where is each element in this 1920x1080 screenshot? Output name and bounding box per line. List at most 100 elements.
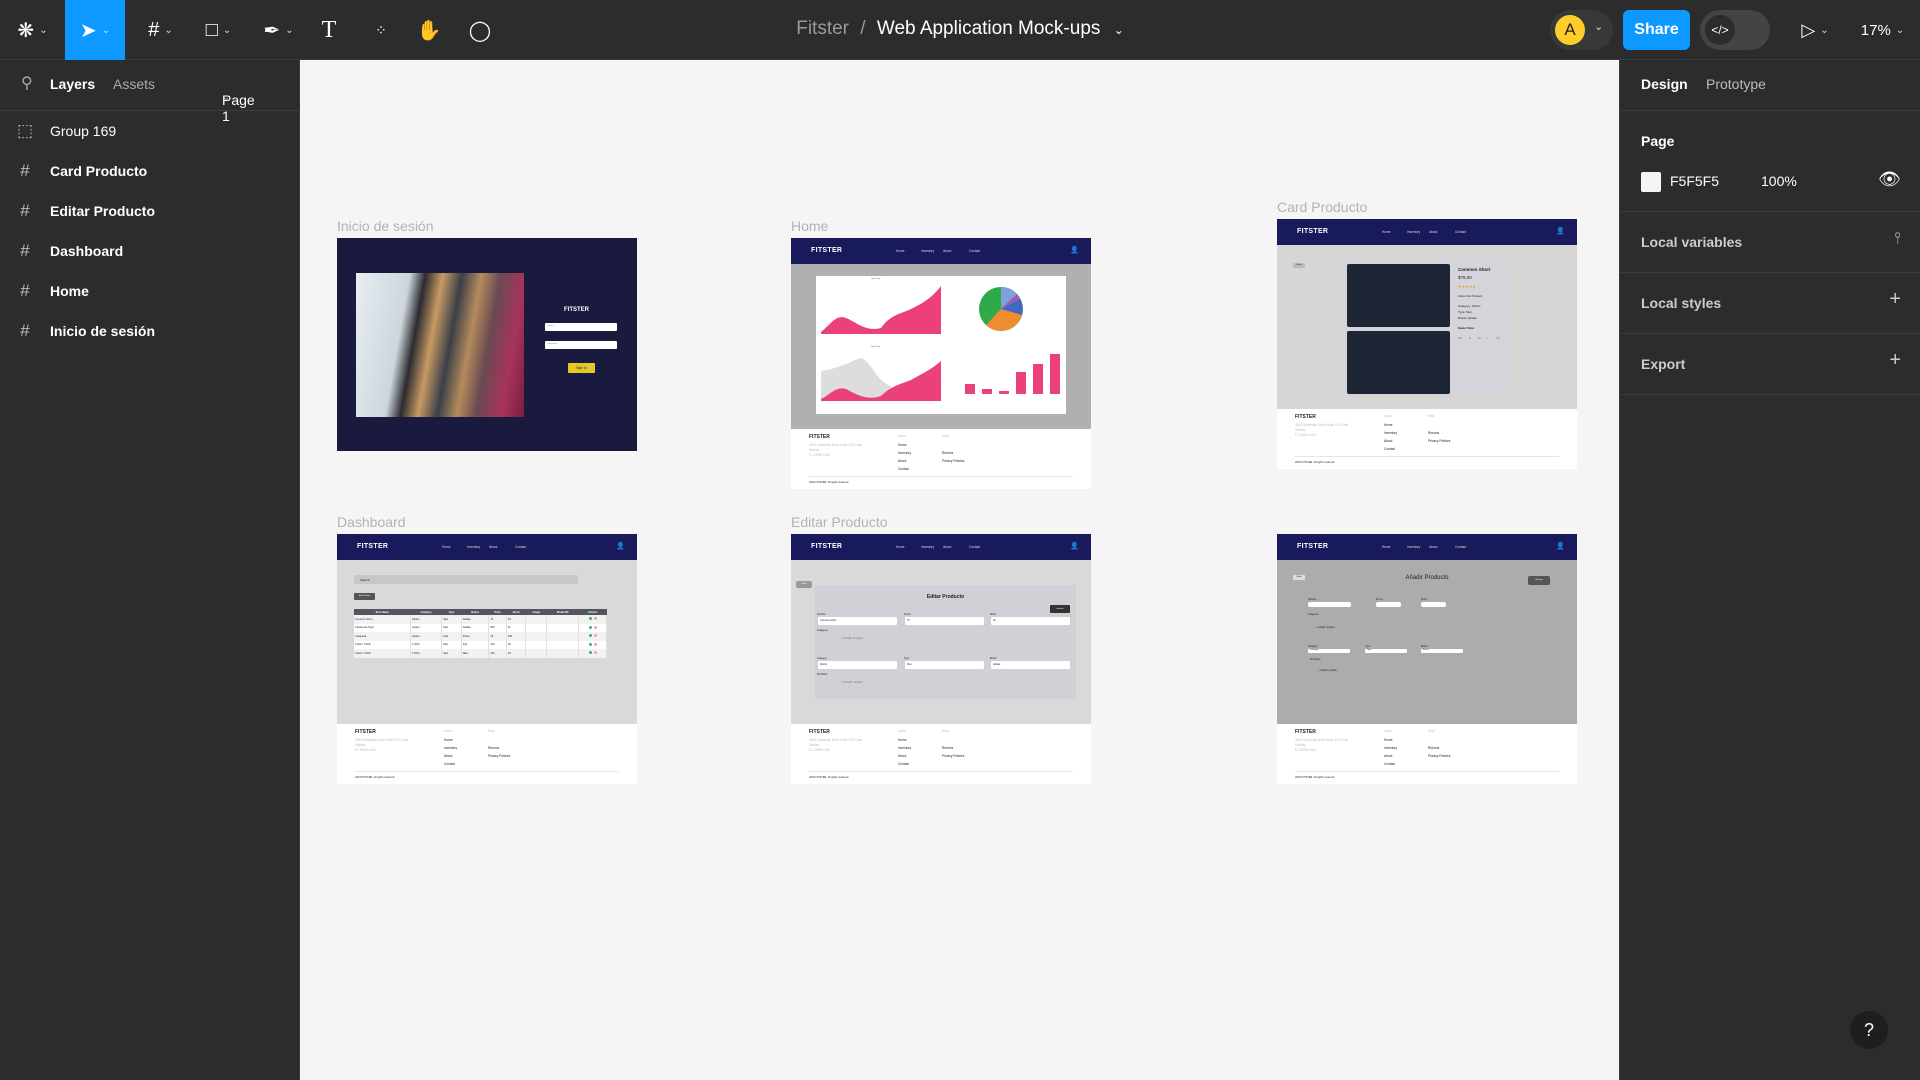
add-model-button[interactable]: + Añadir modelo xyxy=(1318,669,1337,672)
name-input[interactable]: Common Short xyxy=(818,617,897,625)
size-option[interactable]: M xyxy=(1478,336,1481,340)
delete-icon[interactable] xyxy=(594,634,598,638)
search-input[interactable]: Search xyxy=(354,575,578,584)
sign-in-button[interactable]: Sign in xyxy=(568,363,595,373)
nav-link[interactable]: Inventory xyxy=(1407,230,1420,234)
help-button[interactable]: ? xyxy=(1850,1011,1888,1049)
nav-link[interactable]: Contact xyxy=(969,249,980,253)
nav-link[interactable]: Inventory xyxy=(921,545,934,549)
frame-login[interactable]: FITSTER Usuario Contraseña Sign in xyxy=(337,238,637,451)
user-icon[interactable]: 👤 xyxy=(616,542,625,550)
footer-link[interactable]: Privacy Policies xyxy=(1428,754,1450,758)
add-model-button[interactable]: + Añadir modelo xyxy=(841,680,863,684)
add-image-button[interactable]: + Añadir imagen xyxy=(841,636,863,640)
edit-icon[interactable] xyxy=(589,617,593,621)
size-option[interactable]: XS xyxy=(1458,336,1462,340)
eye-icon[interactable]: 👁 xyxy=(1878,169,1901,190)
nav-link[interactable]: About xyxy=(943,545,951,549)
price-input[interactable] xyxy=(1376,602,1401,607)
nav-link[interactable]: About xyxy=(1429,545,1437,549)
nav-link[interactable]: Contact xyxy=(1455,230,1466,234)
delete-icon[interactable] xyxy=(594,617,598,621)
stock-input[interactable] xyxy=(1421,602,1446,607)
nav-link[interactable]: About xyxy=(489,545,497,549)
delete-icon[interactable] xyxy=(594,642,598,646)
stock-input[interactable]: 20 xyxy=(991,617,1070,625)
footer-link[interactable]: About xyxy=(444,754,452,758)
category-select[interactable]: Category xyxy=(1308,649,1350,653)
user-icon[interactable]: 👤 xyxy=(1556,542,1565,550)
frame-label-login[interactable]: Inicio de sesión xyxy=(337,218,434,234)
add-product-button[interactable]: Add Product xyxy=(354,593,375,600)
save-button[interactable]: Guardar xyxy=(1528,576,1550,585)
delete-icon[interactable] xyxy=(594,625,598,629)
back-button[interactable]: Volver xyxy=(796,581,812,588)
nav-link[interactable]: About xyxy=(943,249,951,253)
footer-link[interactable]: Home xyxy=(898,443,907,447)
save-button[interactable]: Guardar xyxy=(1050,605,1070,613)
tab-design[interactable]: Design xyxy=(1641,76,1688,92)
user-icon[interactable]: 👤 xyxy=(1556,227,1565,235)
project-name[interactable]: Fitster xyxy=(796,18,849,39)
footer-link[interactable]: About xyxy=(898,459,906,463)
nav-link[interactable]: Home xyxy=(896,249,905,253)
edit-icon[interactable] xyxy=(589,651,593,655)
tab-layers[interactable]: Layers xyxy=(50,76,95,92)
file-name[interactable]: Web Application Mock-ups xyxy=(877,18,1101,39)
nav-link[interactable]: About xyxy=(1429,230,1437,234)
frame-home[interactable]: FITSTER Home Inventory About Contact 👤 Line C… xyxy=(791,238,1091,489)
layer-item[interactable]: ⬚ Group 169 xyxy=(0,111,300,151)
nav-link[interactable]: Inventory xyxy=(1407,545,1420,549)
layer-item[interactable]: # Card Producto xyxy=(0,151,300,191)
footer-link[interactable]: Contact xyxy=(1384,447,1395,451)
layer-item[interactable]: # Home xyxy=(0,271,300,311)
frame-label-dashboard[interactable]: Dashboard xyxy=(337,514,406,530)
price-input[interactable]: 75 xyxy=(905,617,984,625)
size-option[interactable]: XL xyxy=(1496,336,1500,340)
footer-link[interactable]: Inventory xyxy=(898,451,911,455)
edit-icon[interactable] xyxy=(589,642,593,646)
footer-link[interactable]: Privacy Policies xyxy=(942,459,964,463)
share-button[interactable]: Share xyxy=(1623,10,1690,50)
tab-prototype[interactable]: Prototype xyxy=(1706,76,1766,92)
footer-link[interactable]: Contact xyxy=(898,467,909,471)
footer-link[interactable]: Home xyxy=(1384,423,1393,427)
footer-link[interactable]: Inventory xyxy=(1384,431,1397,435)
page-opacity-value[interactable]: 100% xyxy=(1761,173,1797,189)
layer-item[interactable]: # Dashboard xyxy=(0,231,300,271)
nav-link[interactable]: Contact xyxy=(969,545,980,549)
footer-link[interactable]: Inventory xyxy=(444,746,457,750)
password-input[interactable]: Contraseña xyxy=(545,341,617,349)
footer-link[interactable]: Inventory xyxy=(1384,746,1397,750)
page-color-value[interactable]: F5F5F5 xyxy=(1670,173,1719,189)
footer-link[interactable]: Returns xyxy=(942,451,953,455)
footer-link[interactable]: Privacy Policies xyxy=(488,754,510,758)
size-option[interactable]: S xyxy=(1469,336,1471,340)
category-select[interactable]: Shorts xyxy=(818,661,897,669)
variables-icon[interactable]: ⫯ xyxy=(1894,230,1901,248)
avatar[interactable]: A xyxy=(1555,15,1585,45)
search-icon[interactable]: ⚲ xyxy=(21,73,33,93)
footer-link[interactable]: About xyxy=(1384,754,1392,758)
frame-dashboard[interactable]: FITSTER Home Inventory About Contact 👤 Search… xyxy=(337,534,637,784)
nav-link[interactable]: Inventory xyxy=(921,249,934,253)
brand-select[interactable]: Adidas xyxy=(991,661,1070,669)
back-button[interactable]: Volver xyxy=(1293,263,1305,268)
zoom-menu[interactable]: 17% ⌄ xyxy=(1855,0,1910,60)
username-input[interactable]: Usuario xyxy=(545,323,617,331)
add-style-icon[interactable]: + xyxy=(1889,288,1901,311)
footer-link[interactable]: Returns xyxy=(1428,431,1439,435)
footer-link[interactable]: About xyxy=(898,754,906,758)
footer-link[interactable]: About xyxy=(1384,439,1392,443)
footer-link[interactable]: Contact xyxy=(1384,762,1395,766)
edit-icon[interactable] xyxy=(589,625,593,629)
add-image-button[interactable]: + Añadir imagen xyxy=(1316,626,1335,629)
nav-link[interactable]: Inventory xyxy=(467,545,480,549)
footer-link[interactable]: Privacy Policies xyxy=(1428,439,1450,443)
footer-link[interactable]: Privacy Policies xyxy=(942,754,964,758)
footer-link[interactable]: Returns xyxy=(942,746,953,750)
footer-link[interactable]: Returns xyxy=(1428,746,1439,750)
footer-link[interactable]: Returns xyxy=(488,746,499,750)
layer-item[interactable]: # Inicio de sesión xyxy=(0,311,300,351)
page-color-swatch[interactable] xyxy=(1641,172,1661,192)
